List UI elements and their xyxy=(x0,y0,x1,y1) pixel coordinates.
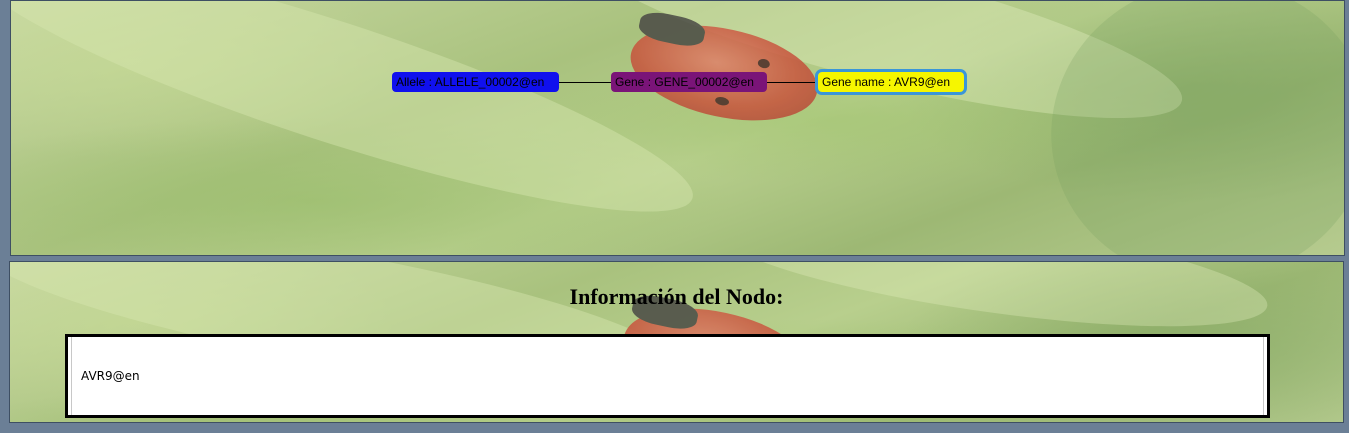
graph-node-allele[interactable]: Allele : ALLELE_00002@en xyxy=(392,72,559,92)
graph-edge xyxy=(559,82,611,83)
graph-edge xyxy=(767,82,818,83)
graph-node-gene[interactable]: Gene : GENE_00002@en xyxy=(611,72,767,92)
node-info-panel: Información del Nodo: AVR9@en xyxy=(9,261,1344,423)
info-frame: AVR9@en xyxy=(65,334,1270,418)
graph-panel[interactable]: Allele : ALLELE_00002@en Gene : GENE_000… xyxy=(10,0,1345,256)
info-content-area[interactable]: AVR9@en xyxy=(71,337,1264,415)
info-content-text: AVR9@en xyxy=(81,369,140,383)
info-title: Información del Nodo: xyxy=(569,284,784,309)
graph-node-gene-name[interactable]: Gene name : AVR9@en xyxy=(815,69,967,95)
